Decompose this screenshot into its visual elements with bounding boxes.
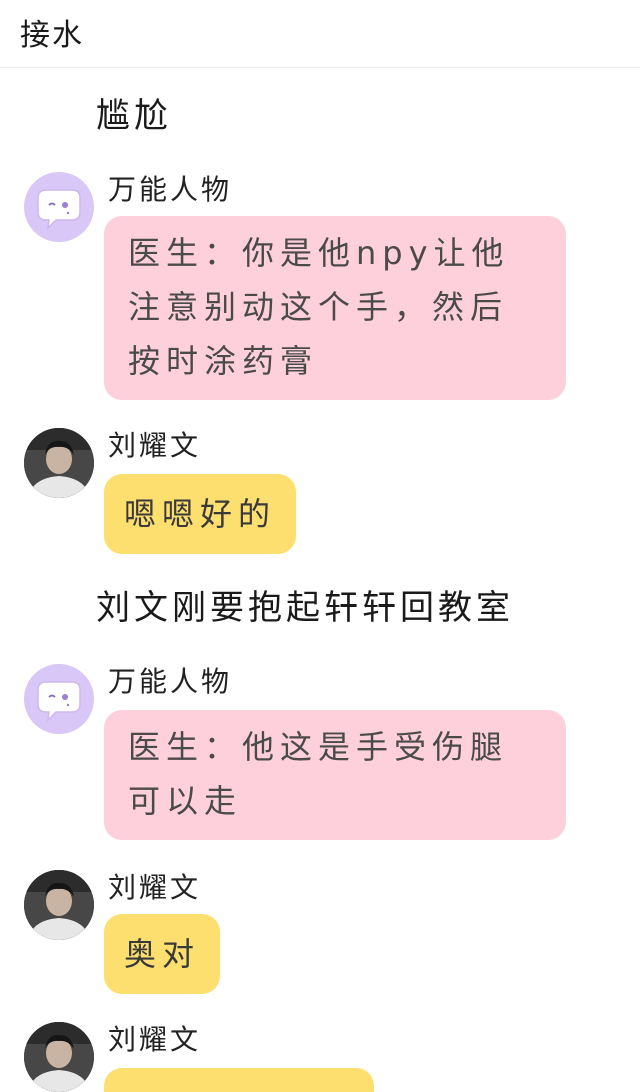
sender-name: 刘耀文 xyxy=(108,871,202,904)
sender-name: 刘耀文 xyxy=(108,429,202,462)
user-avatar[interactable] xyxy=(24,1022,94,1092)
message-bubble[interactable]: 奥对 xyxy=(104,914,221,994)
narration-text: 尴尬 xyxy=(96,96,172,136)
bot-avatar[interactable] xyxy=(24,172,94,242)
narration-text: 刘文刚要抱起轩轩回教室 xyxy=(96,588,514,628)
profile-photo xyxy=(24,428,94,498)
top-bar: 接水 xyxy=(0,0,640,68)
chat-bubble-icon xyxy=(37,189,81,231)
message-bubble[interactable]: 医生：他这是手受伤腿可以走 xyxy=(104,710,566,840)
user-avatar[interactable] xyxy=(24,870,94,940)
profile-photo xyxy=(24,870,94,940)
user-avatar[interactable] xyxy=(24,428,94,498)
message-bubble[interactable]: 嗯嗯好的 xyxy=(104,474,297,554)
profile-photo xyxy=(24,1022,94,1092)
sender-name: 万能人物 xyxy=(108,665,233,698)
sender-name: 万能人物 xyxy=(108,173,233,206)
chat-bubble-icon xyxy=(37,681,81,723)
message-bubble[interactable] xyxy=(104,1068,374,1092)
sender-name: 刘耀文 xyxy=(108,1023,202,1056)
bot-avatar[interactable] xyxy=(24,664,94,734)
chat-title: 接水 xyxy=(20,18,84,53)
message-bubble[interactable]: 医生：你是他npy让他注意别动这个手，然后按时涂药膏 xyxy=(104,216,566,400)
